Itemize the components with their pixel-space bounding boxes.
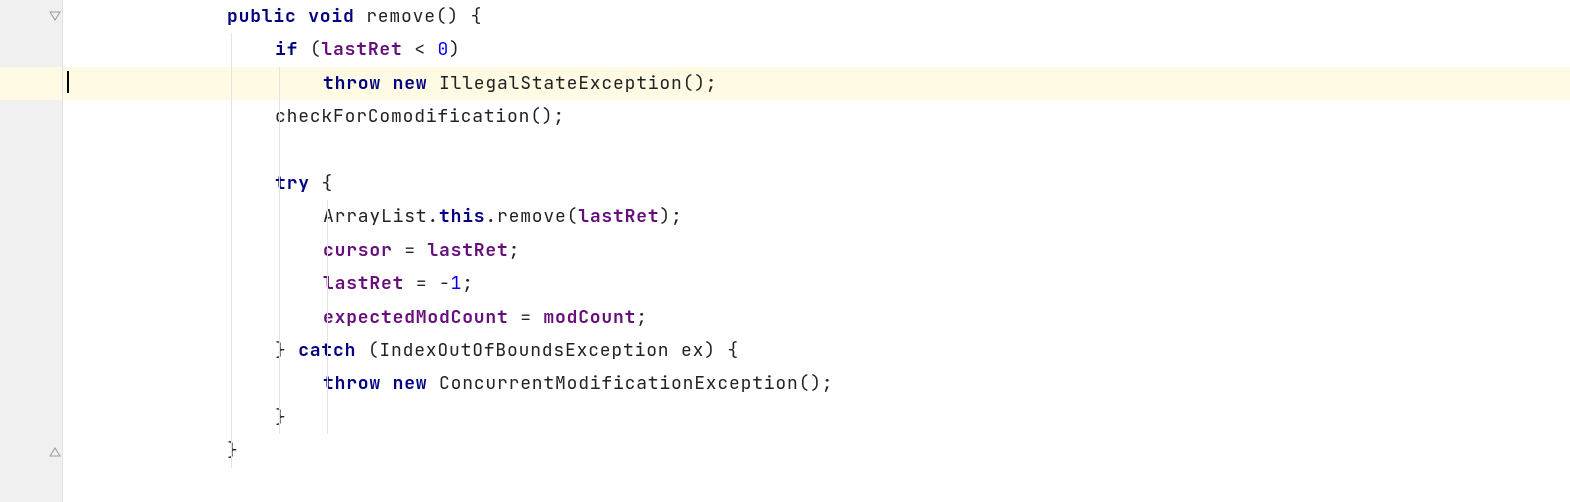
token-kw: throw new [323,72,439,95]
token-plain: ); [659,205,682,228]
gutter-highlight [0,67,62,100]
token-plain: checkForComodification(); [275,105,565,128]
token-plain: } [227,439,239,462]
token-kw: if [275,38,310,61]
code-line[interactable]: ArrayList.this.remove(lastRet); [63,200,1570,233]
fold-end-icon[interactable] [48,444,62,458]
token-plain: ConcurrentModificationException(); [439,372,833,395]
token-mem: cursor [323,239,404,262]
code-line[interactable]: throw new ConcurrentModificationExceptio… [63,367,1570,400]
code-line[interactable]: if (lastRet < 0) [63,33,1570,66]
token-plain: IllegalStateException(); [439,72,717,95]
text-caret [67,71,69,93]
token-this: this [439,205,485,228]
fold-start-icon[interactable] [48,10,62,24]
token-kw: throw new [323,372,439,395]
token-mem: lastRet [427,239,508,262]
token-plain: { [321,172,333,195]
code-line[interactable]: } catch (IndexOutOfBoundsException ex) { [63,334,1570,367]
token-mem: modCount [543,306,636,329]
token-mem: expectedModCount [323,306,520,329]
token-kw: public [227,5,308,28]
token-plain: .remove( [485,205,578,228]
code-line[interactable]: try { [63,167,1570,200]
gutter [0,0,63,502]
token-plain: < [414,38,437,61]
token-plain: } [275,339,298,362]
token-plain: remove() { [366,5,482,28]
token-plain: ; [636,306,648,329]
code-line[interactable] [63,134,1570,167]
code-editor[interactable]: public void remove() {if (lastRet < 0)th… [0,0,1570,502]
token-plain: ; [509,239,521,262]
token-mem: lastRet [578,205,659,228]
code-area[interactable]: public void remove() {if (lastRet < 0)th… [63,0,1570,502]
token-kw: void [308,5,366,28]
code-line[interactable]: } [63,434,1570,467]
token-plain: ; [462,272,474,295]
token-num: 0 [437,38,449,61]
token-plain: ArrayList. [323,205,439,228]
token-mem: lastRet [321,38,414,61]
token-plain: = [520,306,543,329]
token-plain: ) [449,38,461,61]
token-plain: } [275,406,287,429]
token-plain: = [404,239,427,262]
code-line[interactable]: public void remove() { [63,0,1570,33]
code-line[interactable]: } [63,401,1570,434]
token-plain: ( [310,38,322,61]
token-plain: = - [416,272,451,295]
token-mem: lastRet [323,272,416,295]
code-line[interactable]: checkForComodification(); [63,100,1570,133]
token-kw: catch [298,339,368,362]
code-line[interactable]: cursor = lastRet; [63,234,1570,267]
token-plain: (IndexOutOfBoundsException ex) { [368,339,739,362]
code-line[interactable]: throw new IllegalStateException(); [63,67,1570,100]
token-num: 1 [451,272,463,295]
code-line[interactable]: expectedModCount = modCount; [63,301,1570,334]
token-kw: try [275,172,321,195]
code-line[interactable]: lastRet = -1; [63,267,1570,300]
